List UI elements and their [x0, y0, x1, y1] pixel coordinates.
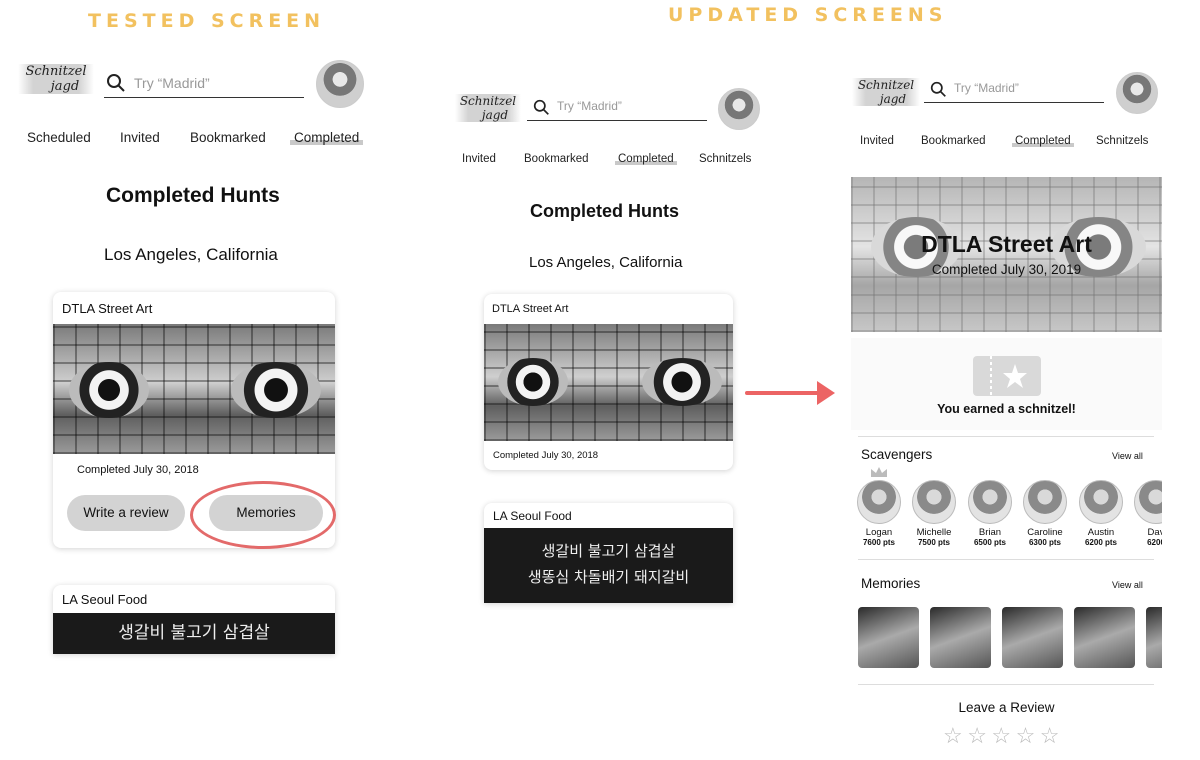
earned-message: You earned a schnitzel! [937, 402, 1076, 416]
search-icon [533, 99, 549, 115]
app-logo[interactable]: Schnitzel jagd [852, 78, 920, 106]
search-input[interactable]: Try “Madrid” [924, 78, 1104, 103]
hunt-card-image [484, 324, 733, 441]
hunt-card-date: Completed July 30, 2018 [77, 464, 199, 476]
tab-completed[interactable]: Completed [615, 153, 677, 165]
avatar [1134, 480, 1162, 524]
search-icon [930, 81, 946, 97]
avatar [1079, 480, 1123, 524]
hero-title: DTLA Street Art [921, 231, 1092, 257]
avatar [1023, 480, 1067, 524]
updated-screens-heading: UPDATED SCREENS [668, 4, 948, 26]
memory-photo[interactable] [1074, 607, 1135, 668]
star-icon[interactable]: ☆ [991, 723, 1011, 748]
page-title: Completed Hunts [530, 201, 680, 221]
tab-invited[interactable]: Invited [120, 130, 160, 145]
scavenger-item[interactable]: Logan 7600 pts [854, 480, 904, 547]
memory-photo[interactable] [1002, 607, 1063, 668]
leave-review-title: Leave a Review [958, 700, 1055, 715]
location-label: Los Angeles, California [529, 254, 683, 271]
tab-completed[interactable]: Completed [1012, 135, 1074, 147]
tab-invited[interactable]: Invited [462, 153, 496, 165]
memory-photo[interactable] [930, 607, 991, 668]
memories-view-all-link[interactable]: View all [1112, 580, 1143, 590]
search-placeholder: Try “Madrid” [134, 75, 210, 91]
tab-completed[interactable]: Completed [290, 130, 364, 145]
avatar [912, 480, 956, 524]
tab-bookmarked[interactable]: Bookmarked [524, 153, 589, 165]
tab-invited[interactable]: Invited [860, 135, 894, 147]
memories-title: Memories [861, 576, 921, 591]
scavengers-title: Scavengers [861, 447, 933, 462]
hunt-card-image: 생갈비 불고기 삼겹살 생똥심 차돌배기 돼지갈비 [484, 528, 733, 603]
tab-bookmarked[interactable]: Bookmarked [190, 130, 266, 145]
scavenger-item[interactable]: Caroline 6300 pts [1020, 480, 1070, 547]
hunt-card-title: LA Seoul Food [62, 592, 148, 607]
avatar [968, 480, 1012, 524]
search-placeholder: Try “Madrid” [557, 99, 622, 113]
scavenger-item[interactable]: Michelle 7500 pts [909, 480, 959, 547]
ticket-icon [973, 356, 1041, 396]
hunt-card-image [53, 324, 335, 454]
scavenger-item[interactable]: Dav6200 [1131, 480, 1162, 547]
star-icon[interactable]: ☆ [943, 723, 963, 748]
search-input[interactable]: Try “Madrid” [527, 96, 707, 121]
write-review-button[interactable]: Write a review [67, 495, 185, 531]
tab-bookmarked[interactable]: Bookmarked [921, 135, 986, 147]
avatar [857, 480, 901, 524]
rating-stars: ☆ ☆ ☆ ☆ ☆ [943, 723, 1059, 749]
tab-scheduled[interactable]: Scheduled [27, 130, 91, 145]
tested-screen-heading: TESTED SCREEN [88, 10, 326, 32]
hunt-card[interactable]: LA Seoul Food 생갈비 불고기 삼겹살 [53, 585, 335, 654]
scavengers-view-all-link[interactable]: View all [1112, 451, 1143, 461]
search-icon [107, 74, 125, 92]
hunt-card-image: 생갈비 불고기 삼겹살 [53, 613, 335, 654]
memory-photo[interactable] [1146, 607, 1162, 668]
app-logo[interactable]: Schnitzel jagd [18, 64, 94, 94]
hero-date: Completed July 30, 2019 [931, 262, 1082, 277]
hunt-card-title: DTLA Street Art [492, 303, 569, 315]
schnitzel-reward: You earned a schnitzel! [851, 338, 1162, 430]
divider [858, 684, 1154, 685]
memory-photo[interactable] [858, 607, 919, 668]
search-placeholder: Try “Madrid” [954, 81, 1019, 95]
tab-schnitzels[interactable]: Schnitzels [699, 153, 751, 165]
hunt-card[interactable]: LA Seoul Food 생갈비 불고기 삼겹살 생똥심 차돌배기 돼지갈비 [484, 503, 733, 603]
page-title: Completed Hunts [106, 184, 280, 207]
star-icon[interactable]: ☆ [967, 723, 987, 748]
hunt-card-title: DTLA Street Art [62, 301, 153, 316]
app-logo[interactable]: Schnitzel jagd [455, 94, 521, 122]
star-icon[interactable]: ☆ [1040, 723, 1060, 748]
hunt-card-title: LA Seoul Food [493, 509, 572, 523]
avatar[interactable] [316, 60, 364, 108]
star-icon[interactable]: ☆ [1016, 723, 1036, 748]
hunt-card[interactable]: DTLA Street Art Completed July 30, 2018 [484, 294, 733, 470]
highlight-ring [190, 481, 336, 549]
avatar[interactable] [718, 88, 760, 130]
memories-gallery [858, 607, 1162, 669]
location-label: Los Angeles, California [104, 245, 278, 264]
crown-icon [871, 467, 887, 477]
scavengers-list: Logan 7600 pts Michelle 7500 pts Brian 6500… [854, 480, 1162, 550]
divider [858, 559, 1154, 560]
scavenger-item[interactable]: Austin 6200 pts [1076, 480, 1126, 547]
divider [858, 436, 1154, 437]
search-input[interactable]: Try “Madrid” [104, 70, 304, 98]
arrow-right-icon [745, 381, 835, 405]
scavenger-item[interactable]: Brian 6500 pts [965, 480, 1015, 547]
hunt-card-date: Completed July 30, 2018 [493, 450, 599, 461]
avatar[interactable] [1116, 72, 1158, 114]
tab-schnitzels[interactable]: Schnitzels [1096, 135, 1148, 147]
